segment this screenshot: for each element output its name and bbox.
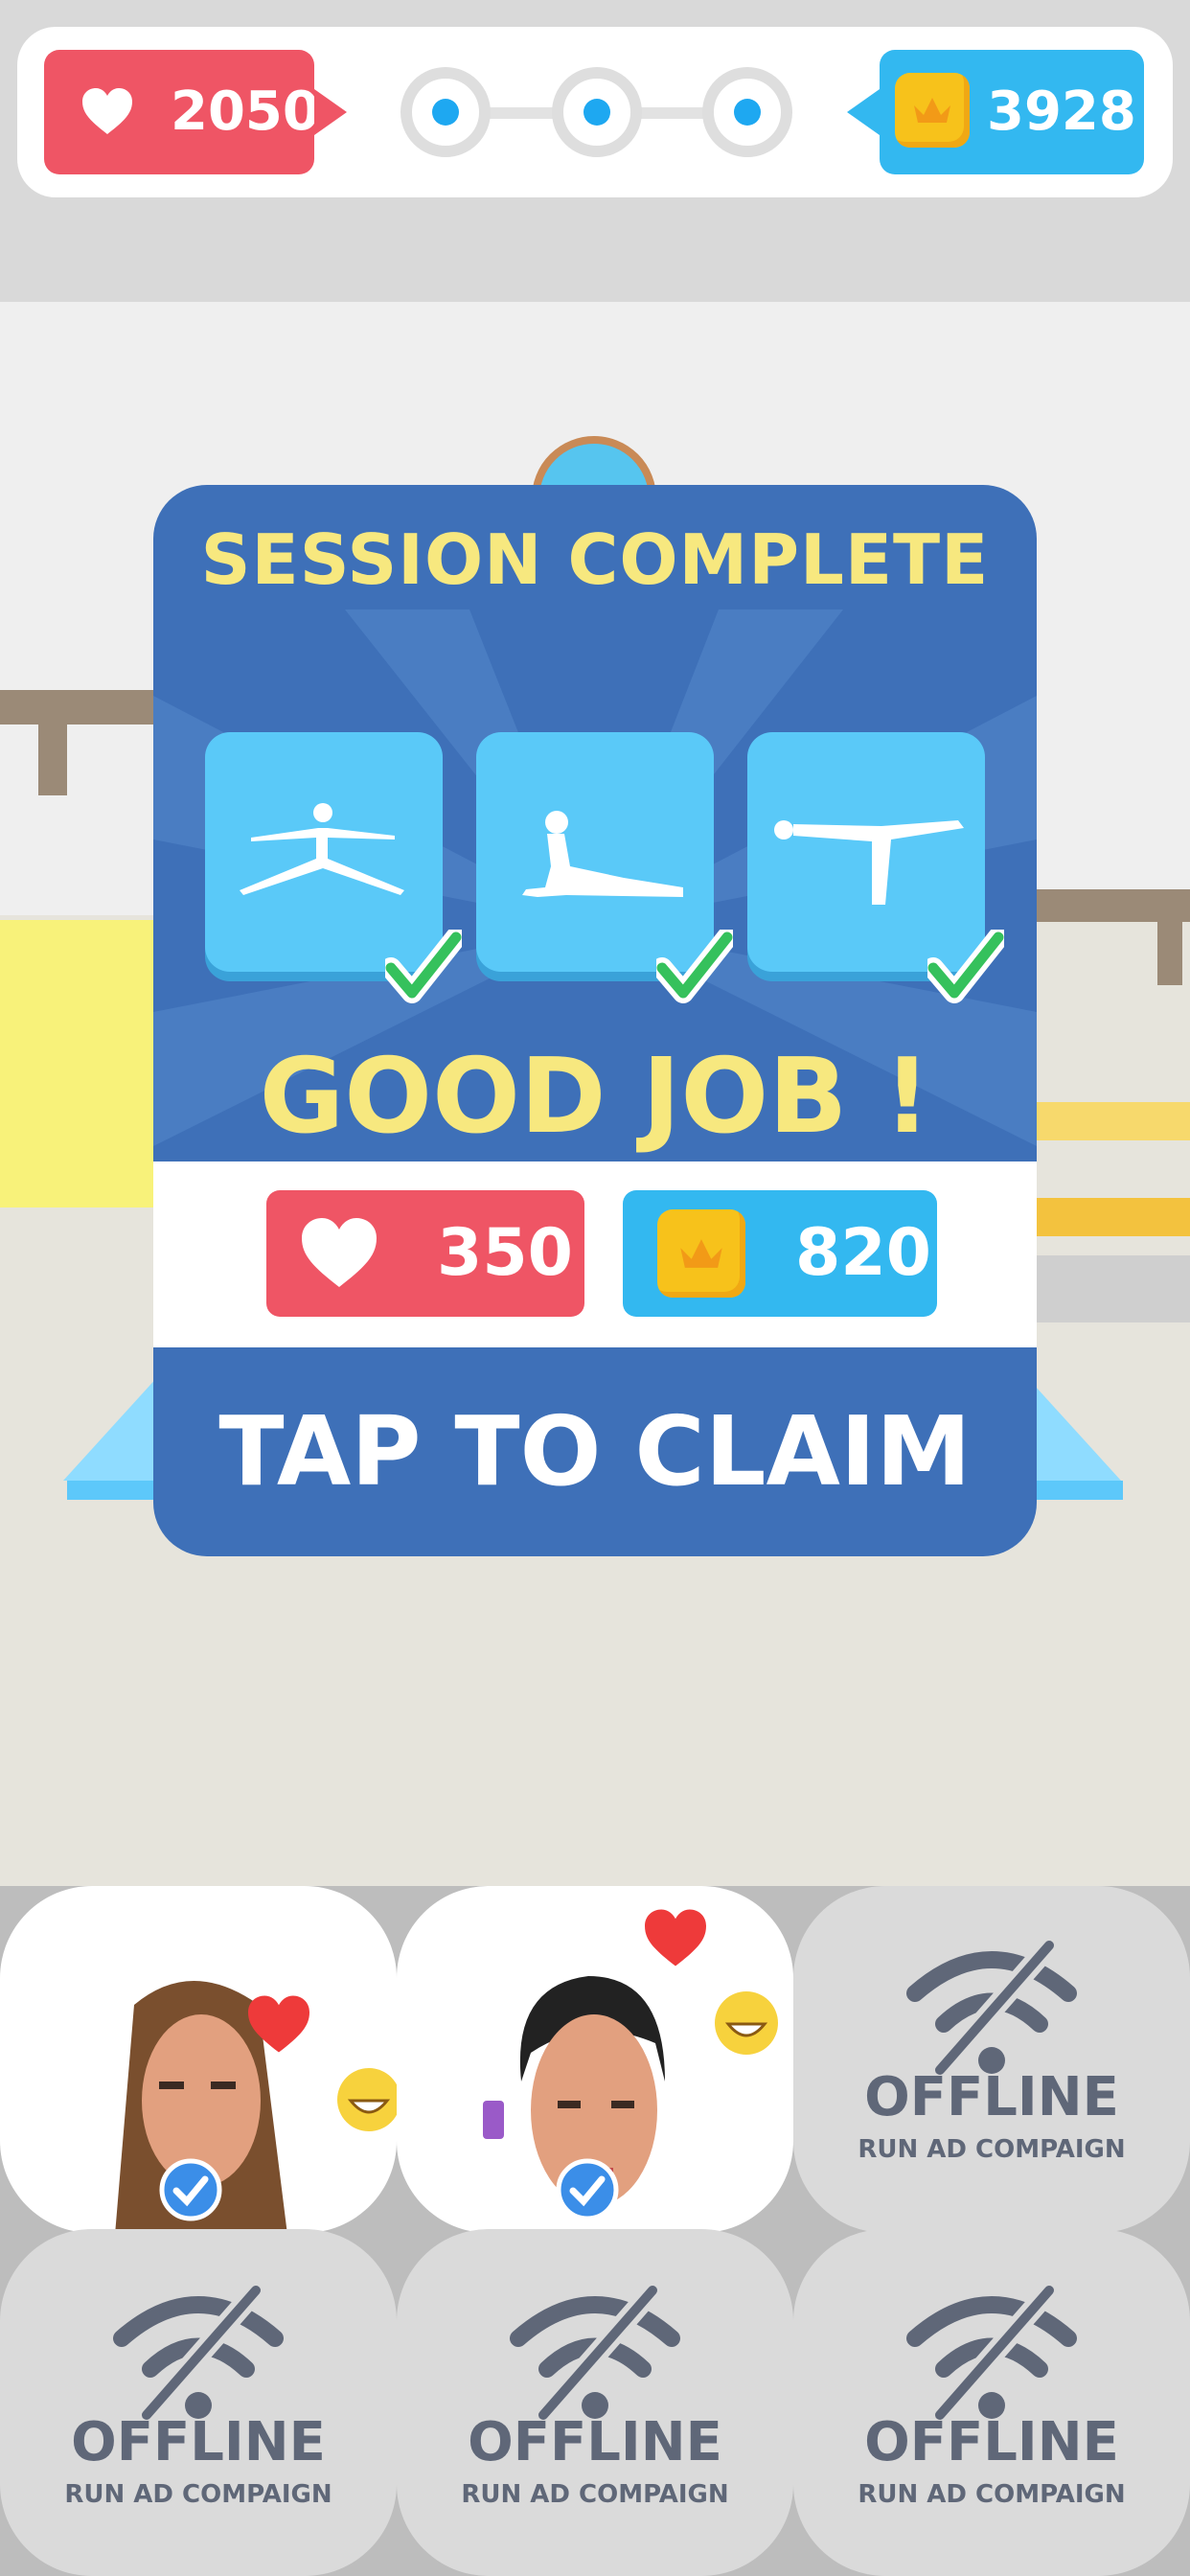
coins-value: 3928: [987, 80, 1136, 143]
campaign-tile-3[interactable]: OFFLINE RUN AD COMPAIGN: [793, 1886, 1190, 2233]
smile-emoji-icon: [715, 1991, 778, 2055]
scene-bench-left: [0, 690, 172, 724]
heart-icon: [302, 1218, 377, 1287]
progress-step-3: [702, 67, 792, 157]
campaign-tile-5[interactable]: OFFLINE RUN AD COMPAIGN: [397, 2229, 793, 2576]
scene-bench-leg: [38, 719, 67, 795]
verified-check-icon: [556, 2158, 619, 2221]
tap-to-claim-button[interactable]: TAP TO CLAIM: [153, 1347, 1037, 1556]
campaign-tile-4[interactable]: OFFLINE RUN AD COMPAIGN: [0, 2229, 397, 2576]
offline-title: OFFLINE: [864, 2066, 1119, 2128]
offline-title: OFFLINE: [864, 2411, 1119, 2473]
reward-hearts: 350: [266, 1190, 584, 1317]
split-jump-pose-icon: [240, 803, 404, 895]
reward-hearts-value: 350: [437, 1215, 573, 1291]
heart-reaction-icon: [248, 1995, 309, 2053]
campaign-tile-2[interactable]: [397, 1886, 793, 2233]
scene-floor-edge: [1016, 1255, 1190, 1322]
hearts-value: 2050: [171, 80, 320, 143]
pose-card-1: [205, 732, 462, 1003]
campaign-tile-6[interactable]: OFFLINE RUN AD COMPAIGN: [793, 2229, 1190, 2576]
progress-step-2: [552, 67, 642, 157]
popup-title: SESSION COMPLETE: [200, 519, 990, 600]
heart-icon: [82, 88, 132, 134]
coin-icon: [657, 1209, 745, 1298]
check-icon: [656, 930, 733, 1003]
verified-check-icon: [159, 2158, 222, 2221]
smile-emoji-icon: [337, 2068, 397, 2131]
offline-title: OFFLINE: [468, 2411, 722, 2473]
scene-bench-right: [1016, 889, 1190, 922]
scene-mat-right: [1016, 1102, 1190, 1140]
pose-card-3: [747, 732, 1004, 1003]
check-icon: [927, 930, 1004, 1003]
offline-subtitle: RUN AD COMPAIGN: [858, 2480, 1126, 2509]
hearts-counter: 2050: [44, 50, 347, 174]
progress-step-1: [400, 67, 491, 157]
wifi-off-icon: [906, 1936, 1077, 2080]
warrior-three-pose-icon: [774, 820, 964, 905]
campaign-tile-1[interactable]: [0, 1886, 397, 2233]
good-job-message: GOOD JOB !: [259, 1037, 931, 1157]
offline-subtitle: RUN AD COMPAIGN: [64, 2480, 332, 2509]
reward-coins: 820: [623, 1190, 937, 1317]
wifi-off-icon: [906, 2281, 1077, 2425]
session-complete-popup: SESSION COMPLETE GOOD JOB ! 350 820 TAP …: [153, 485, 1037, 1556]
wifi-off-icon: [510, 2281, 680, 2425]
scene-mat-right: [1016, 1198, 1190, 1236]
heart-reaction-icon: [645, 1909, 706, 1966]
cobra-pose-icon: [522, 811, 683, 897]
scene-bench-leg: [1157, 918, 1182, 985]
reward-coins-value: 820: [795, 1215, 931, 1291]
coins-counter: 3928: [847, 50, 1144, 174]
pose-card-2: [476, 732, 733, 1003]
popup-wing-right: [1025, 1375, 1121, 1481]
wifi-off-icon: [113, 2281, 284, 2425]
offline-subtitle: RUN AD COMPAIGN: [858, 2135, 1126, 2164]
check-icon: [385, 930, 462, 1003]
scene-yellow-mat: [0, 920, 163, 1208]
offline-subtitle: RUN AD COMPAIGN: [461, 2480, 729, 2509]
popup-wing-left: [63, 1375, 159, 1481]
offline-title: OFFLINE: [71, 2411, 326, 2473]
coin-icon: [895, 73, 970, 148]
